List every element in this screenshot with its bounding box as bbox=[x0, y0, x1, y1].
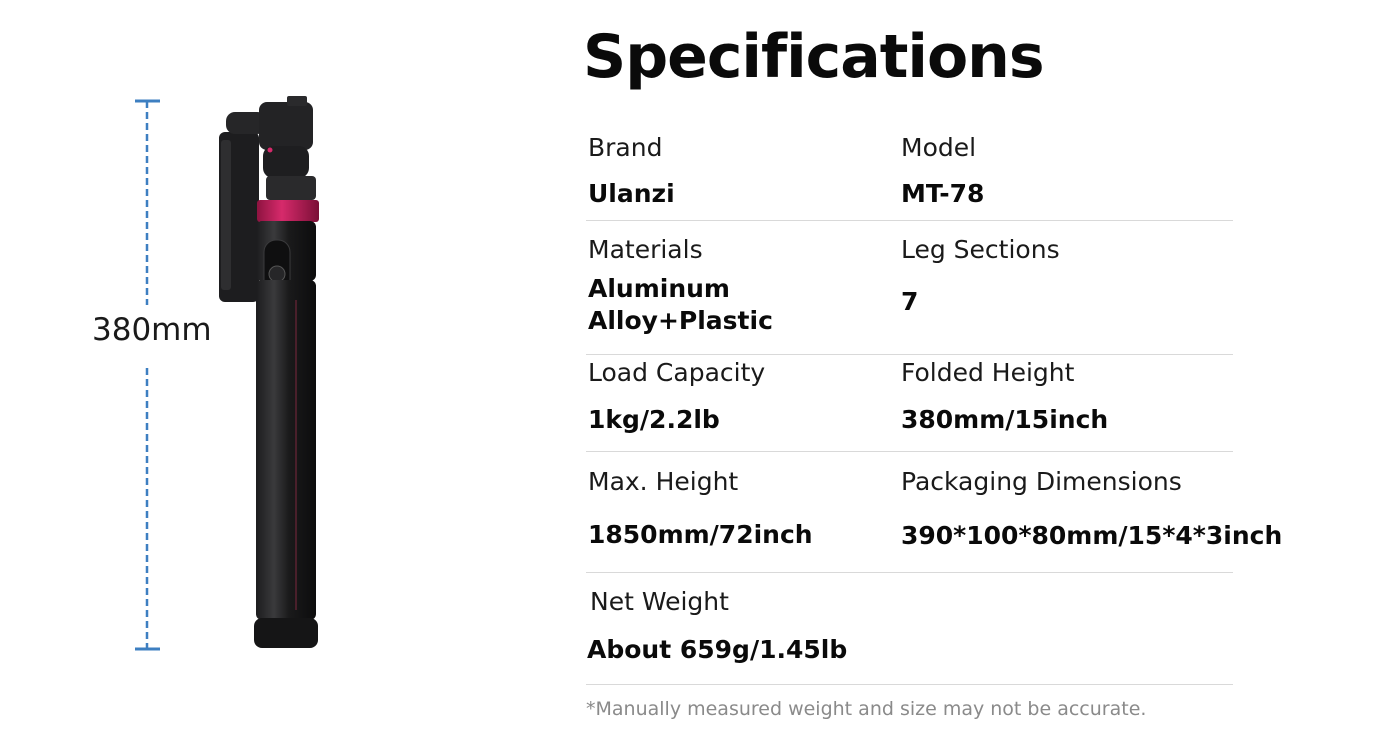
net-weight-value: About 659g/1.45lb bbox=[587, 635, 848, 664]
head-indicator-dot bbox=[267, 147, 273, 153]
page-title: Specifications bbox=[583, 22, 1045, 92]
head-neck bbox=[266, 176, 316, 200]
packaging-value: 390*100*80mm/15*4*3inch bbox=[901, 521, 1283, 550]
materials-label: Materials bbox=[588, 235, 703, 264]
divider bbox=[586, 354, 1233, 355]
materials-value-line2: Alloy+Plastic bbox=[588, 306, 773, 335]
model-value: MT-78 bbox=[901, 179, 985, 208]
load-capacity-value: 1kg/2.2lb bbox=[588, 405, 720, 434]
head-screw bbox=[287, 96, 307, 106]
head-plate bbox=[259, 102, 313, 150]
tripod-body bbox=[256, 280, 316, 620]
bluetooth-icon bbox=[268, 265, 286, 283]
folded-height-label: Folded Height bbox=[901, 358, 1075, 387]
model-label: Model bbox=[901, 133, 977, 162]
packaging-label: Packaging Dimensions bbox=[901, 467, 1182, 496]
materials-value-line1: Aluminum bbox=[588, 274, 730, 303]
max-height-label: Max. Height bbox=[588, 467, 739, 496]
divider bbox=[586, 451, 1233, 452]
leg-sections-value: 7 bbox=[901, 287, 919, 316]
brand-label: Brand bbox=[588, 133, 663, 162]
clamp-edge bbox=[221, 140, 231, 290]
folded-height-value: 380mm/15inch bbox=[901, 405, 1109, 434]
divider bbox=[586, 684, 1233, 685]
divider bbox=[586, 572, 1233, 573]
tripod-feet bbox=[254, 618, 318, 648]
divider bbox=[586, 220, 1233, 221]
max-height-value: 1850mm/72inch bbox=[588, 520, 813, 549]
tripod-product-image bbox=[219, 96, 319, 648]
accent-ring bbox=[257, 200, 319, 222]
net-weight-label: Net Weight bbox=[590, 587, 729, 616]
brand-value: Ulanzi bbox=[588, 179, 675, 208]
footnote: *Manually measured weight and size may n… bbox=[586, 698, 1147, 720]
leg-sections-label: Leg Sections bbox=[901, 235, 1060, 264]
load-capacity-label: Load Capacity bbox=[588, 358, 766, 387]
